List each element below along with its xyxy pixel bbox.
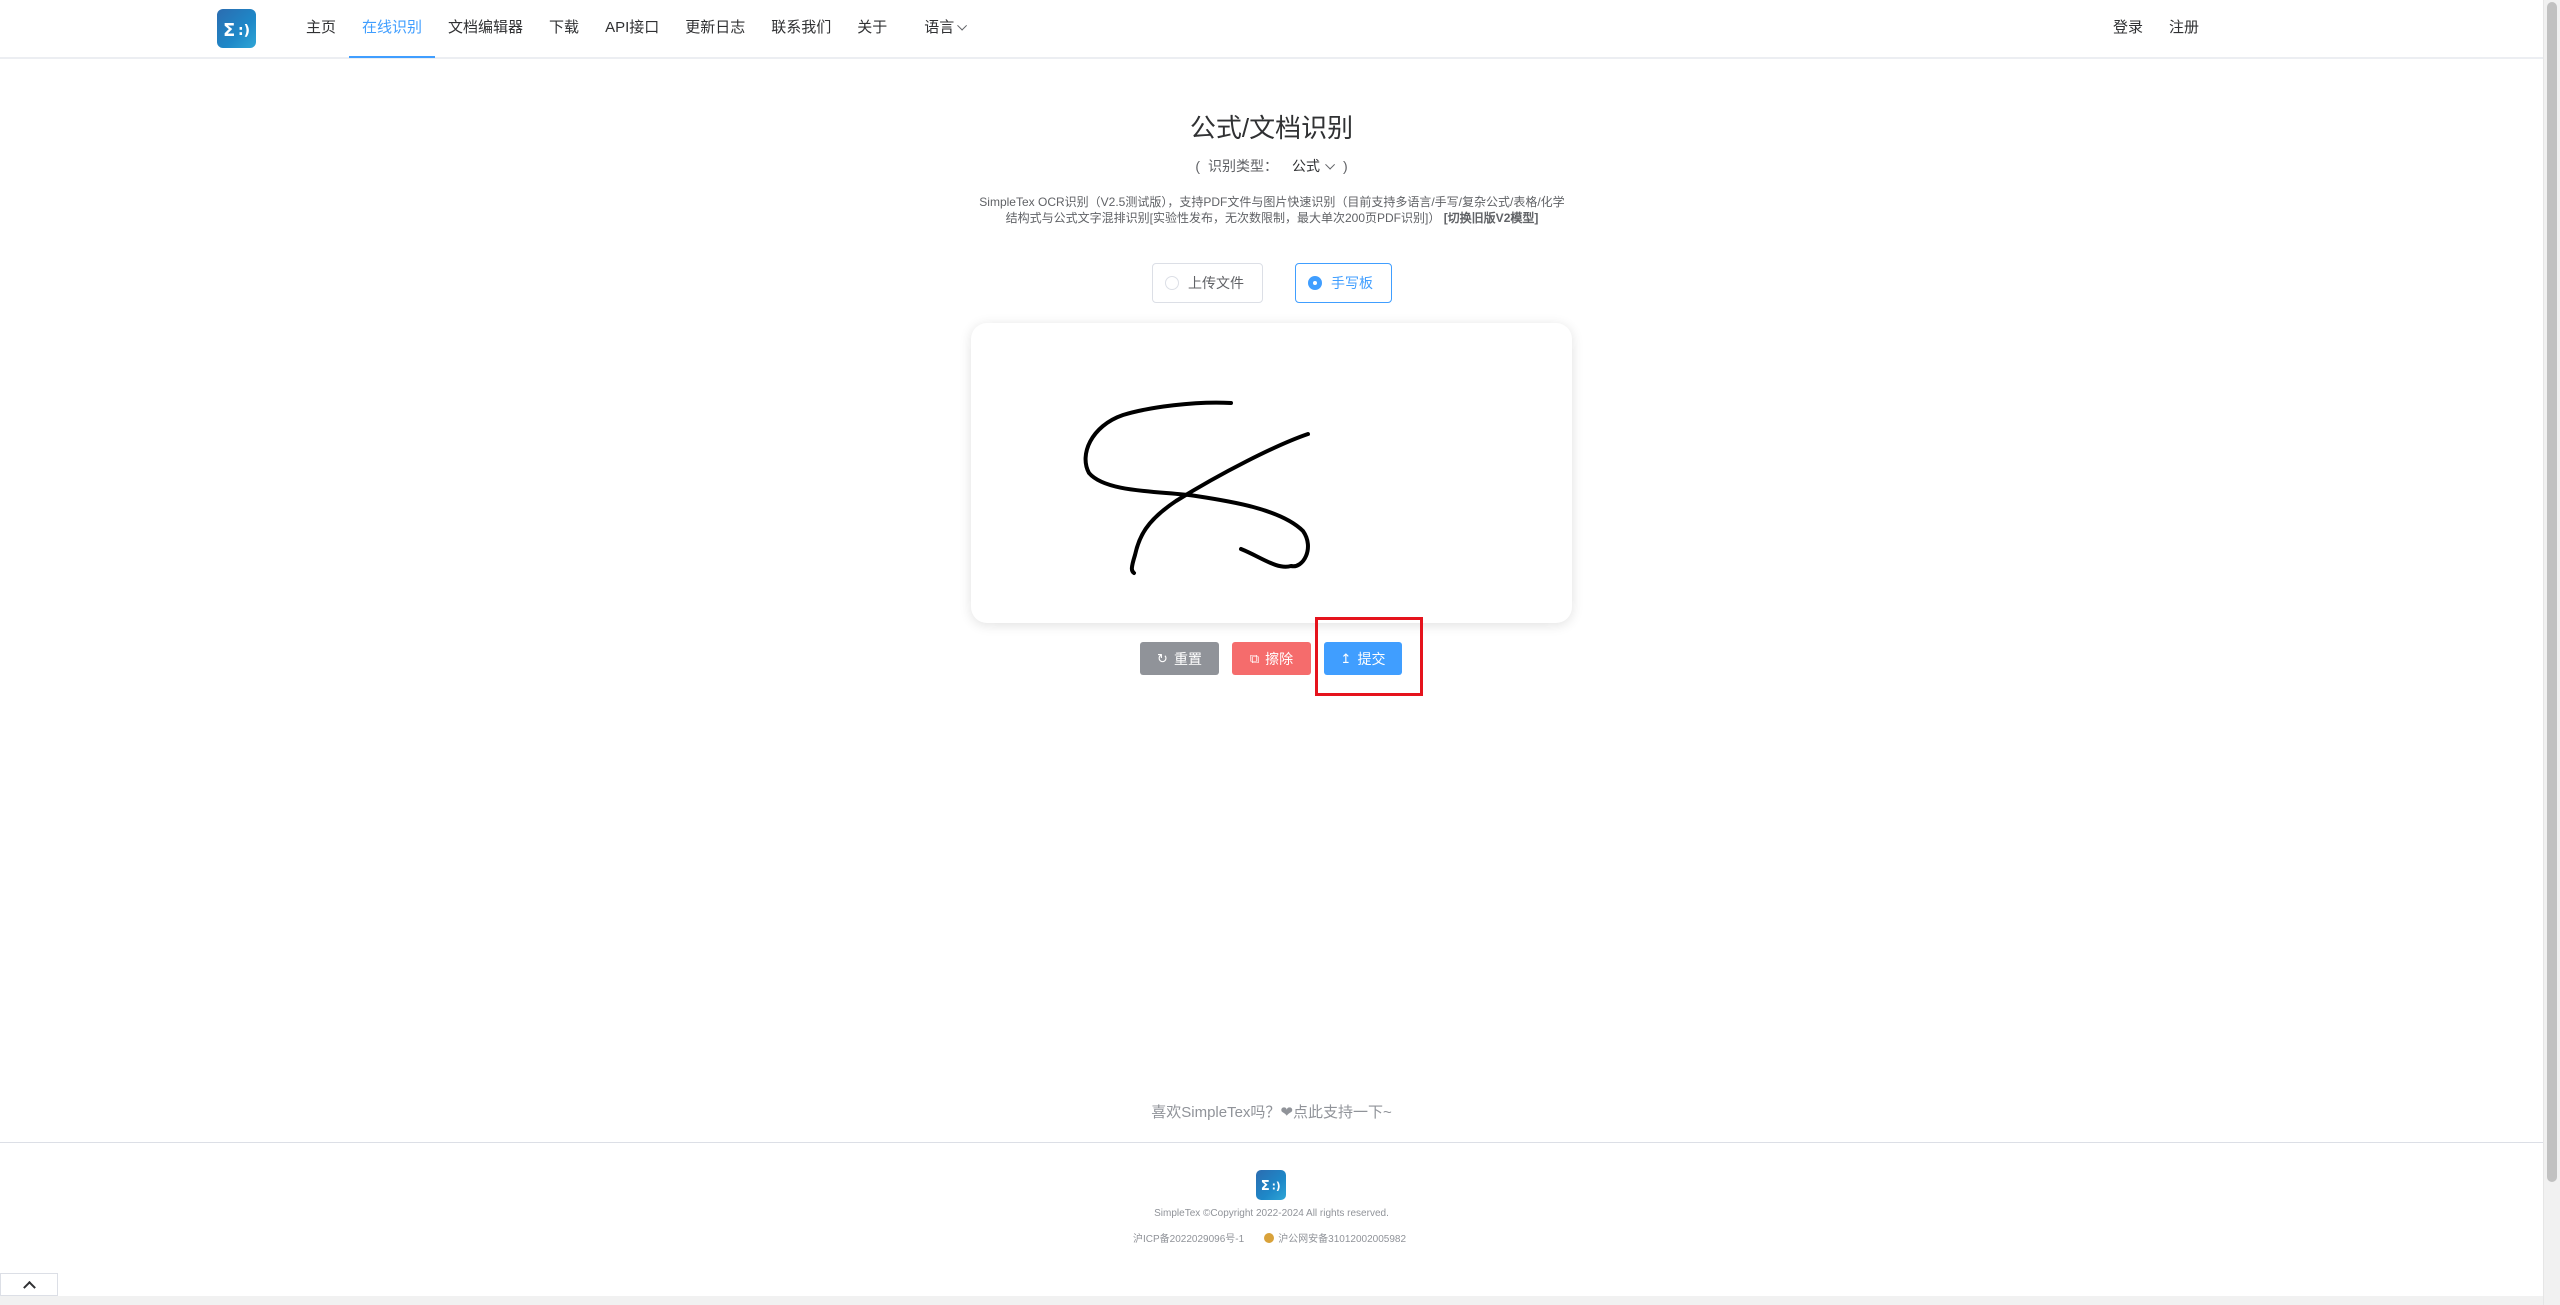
handwritten-stroke — [1083, 400, 1310, 575]
main-nav: 主页 在线识别 文档编辑器 下载 API接口 更新日志 联系我们 关于 语言 — [293, 0, 980, 58]
page-title: 公式/文档识别 — [1189, 113, 1354, 143]
ocr-description: SimpleTex OCR识别（V2.5测试版），支持PDF文件与图片快速识别（… — [976, 194, 1568, 226]
simpletex-logo[interactable]: Σ :) — [217, 9, 256, 48]
mode-upload-label: 上传文件 — [1188, 275, 1244, 291]
handwriting-canvas[interactable] — [971, 323, 1572, 623]
collapse-toggle-button[interactable] — [0, 1273, 58, 1296]
vertical-scrollbar[interactable] — [2543, 0, 2560, 1305]
login-link[interactable]: 登录 — [2113, 0, 2143, 58]
mode-handwriting-pad[interactable]: 手写板 — [1295, 263, 1392, 303]
nav-item-contact[interactable]: 联系我们 — [758, 0, 844, 58]
switch-old-model-link[interactable]: [切换旧版V2模型] — [1444, 211, 1539, 225]
input-mode-group: 上传文件 手写板 — [1152, 263, 1392, 303]
eraser-icon: ⧉ — [1249, 650, 1260, 666]
nav-item-home[interactable]: 主页 — [293, 0, 349, 58]
police-record-text: 沪公网安备31012002005982 — [1278, 1234, 1407, 1245]
police-record-link[interactable]: 沪公网安备31012002005982 — [1264, 1230, 1406, 1245]
top-navbar: Σ :) 主页 在线识别 文档编辑器 下载 API接口 更新日志 联系我们 关于… — [0, 0, 2543, 59]
support-link[interactable]: 喜欢SimpleTex吗？❤点此支持一下~ — [0, 1101, 2543, 1122]
svg-text:Σ: Σ — [223, 20, 235, 41]
clear-label: 擦除 — [1265, 650, 1294, 667]
submit-label: 提交 — [1357, 650, 1386, 667]
horizontal-scrollbar[interactable] — [0, 1296, 2543, 1305]
reset-button[interactable]: ↻ 重置 — [1140, 642, 1219, 675]
submit-button[interactable]: ↥ 提交 — [1324, 642, 1402, 675]
register-link[interactable]: 注册 — [2169, 0, 2199, 58]
chevron-down-icon — [1325, 159, 1336, 170]
scrollbar-thumb[interactable] — [2547, 2, 2557, 1182]
footer-logo: Σ :) — [1256, 1170, 1286, 1200]
recognition-type-row: (识别类型： 公式) — [1195, 158, 1348, 174]
recognition-type-value: 公式 — [1292, 158, 1320, 174]
recognition-type-label: 识别类型： — [1208, 158, 1278, 174]
copyright-text: SimpleTex ©Copyright 2022-2024 All right… — [1154, 1208, 1389, 1219]
sigma-logo-icon: Σ :) — [223, 20, 250, 41]
chevron-down-icon — [957, 20, 968, 31]
radio-icon — [1165, 276, 1179, 290]
svg-text:Σ: Σ — [1261, 1179, 1270, 1194]
recognition-type-select[interactable]: 公式 — [1292, 158, 1336, 174]
svg-text::): :) — [1272, 1180, 1281, 1192]
nav-item-online-recognition[interactable]: 在线识别 — [349, 0, 436, 58]
nav-item-api[interactable]: API接口 — [592, 0, 672, 58]
clear-button[interactable]: ⧉ 擦除 — [1232, 642, 1311, 675]
language-label: 语言 — [924, 19, 955, 36]
refresh-icon: ↻ — [1157, 650, 1168, 666]
icp-link[interactable]: 沪ICP备2022029096号-1 — [1133, 1230, 1244, 1245]
mode-upload-file[interactable]: 上传文件 — [1152, 263, 1263, 303]
auth-links: 登录 注册 — [2113, 0, 2199, 58]
reset-label: 重置 — [1173, 650, 1202, 667]
beian-links: 沪ICP备2022029096号-1 沪公网安备31012002005982 — [1133, 1230, 1406, 1245]
radio-checked-icon — [1308, 276, 1322, 290]
language-dropdown[interactable]: 语言 — [900, 0, 980, 58]
svg-text::): :) — [238, 23, 250, 39]
nav-item-changelog[interactable]: 更新日志 — [672, 0, 758, 58]
police-emblem-icon — [1264, 1233, 1275, 1243]
sigma-logo-icon: Σ :) — [1261, 1179, 1281, 1194]
mode-handwriting-label: 手写板 — [1331, 275, 1373, 291]
nav-item-download[interactable]: 下载 — [536, 0, 592, 58]
upload-icon: ↥ — [1340, 650, 1352, 666]
nav-item-about[interactable]: 关于 — [844, 0, 900, 58]
nav-item-doc-editor[interactable]: 文档编辑器 — [435, 0, 536, 58]
chevron-up-icon — [22, 1280, 36, 1294]
footer-divider — [0, 1142, 2543, 1143]
canvas-actions: ↻ 重置 ⧉ 擦除 ↥ 提交 — [1140, 642, 1402, 675]
